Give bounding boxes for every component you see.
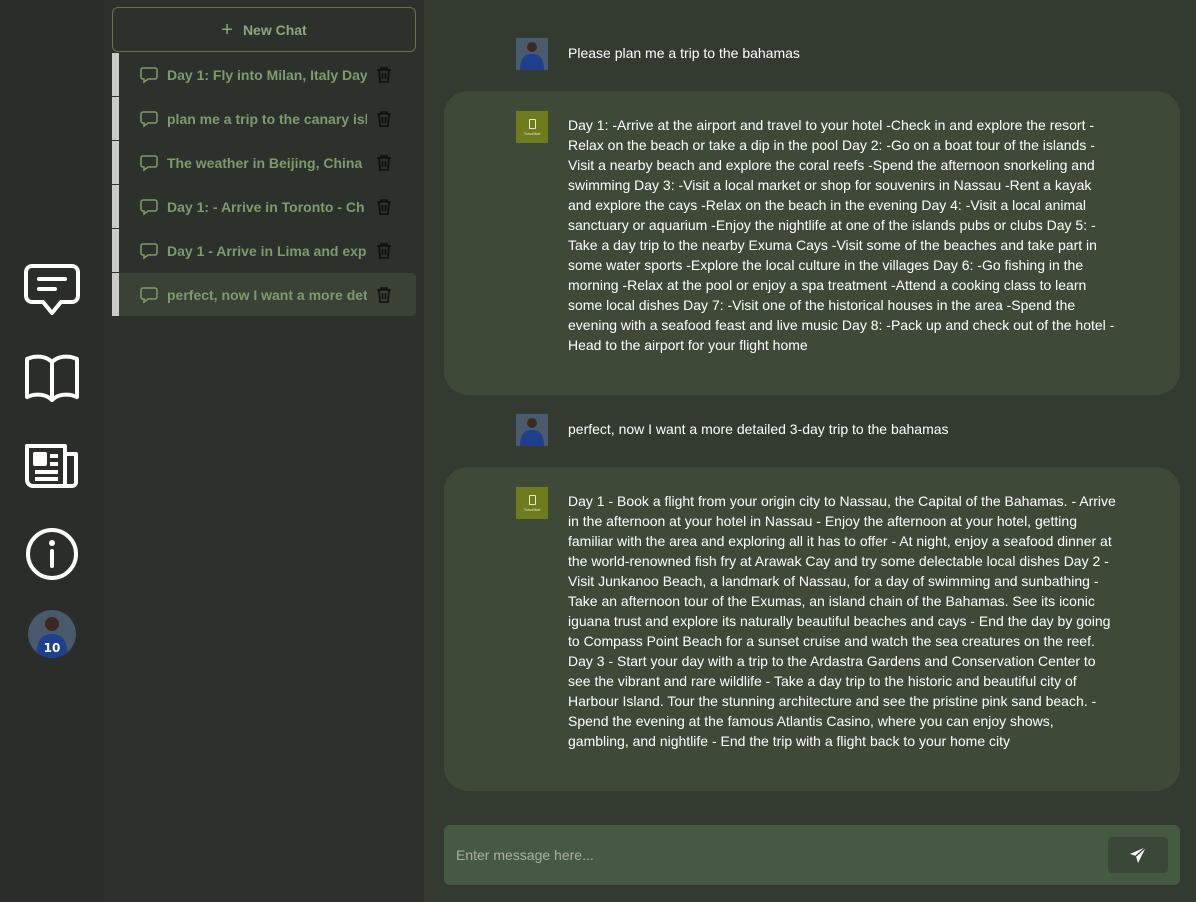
assistant-message: Travelbot Day 1: -Arrive at the airport … xyxy=(444,91,1180,395)
chat-bubble-icon xyxy=(140,66,158,83)
trash-icon[interactable] xyxy=(375,242,393,260)
bot-logo-text: Travelbot xyxy=(523,130,541,136)
message-text: Day 1: -Arrive at the airport and travel… xyxy=(568,117,1115,353)
chat-history-item-active[interactable]: perfect, now I want a more detailed xyxy=(112,273,416,316)
chat-bubble-icon xyxy=(140,198,158,215)
trash-icon[interactable] xyxy=(375,110,393,128)
chat-bubble-icon xyxy=(140,110,158,127)
suitcase-icon xyxy=(528,494,536,505)
icon-rail: 10 xyxy=(0,0,104,902)
chat-title: perfect, now I want a more detailed xyxy=(167,286,367,303)
chat-title: Day 1: Fly into Milan, Italy Day xyxy=(167,66,367,83)
chat-title: Day 1 - Arrive in Lima and exp xyxy=(167,242,367,259)
user-message: perfect, now I want a more detailed 3-da… xyxy=(516,414,1156,448)
message-text: Please plan me a trip to the bahamas xyxy=(568,45,800,61)
trash-icon[interactable] xyxy=(375,198,393,216)
news-icon[interactable] xyxy=(22,436,82,496)
chat-title: The weather in Beijing, China xyxy=(167,154,363,171)
chat-sidebar: + New Chat Day 1: Fly into Milan, Italy … xyxy=(104,0,424,902)
user-avatar[interactable]: 10 xyxy=(28,610,76,658)
chat-history-item[interactable]: plan me a trip to the canary islands xyxy=(112,97,416,140)
bot-logo: Travelbot xyxy=(516,487,548,519)
conversation-panel: Please plan me a trip to the bahamas Tra… xyxy=(424,0,1196,902)
user-avatar-small xyxy=(516,38,548,70)
trash-icon[interactable] xyxy=(375,66,393,84)
chat-bubble-icon xyxy=(140,242,158,259)
message-text: Day 1 - Book a flight from your origin c… xyxy=(568,493,1116,749)
avatar-number: 10 xyxy=(44,641,61,655)
chat-bubble-icon xyxy=(140,154,158,171)
chat-title: plan me a trip to the canary islands xyxy=(167,110,367,127)
message-text: perfect, now I want a more detailed 3-da… xyxy=(568,421,949,437)
bot-logo-text: Travelbot xyxy=(523,506,541,512)
chat-history-item[interactable]: Day 1: Fly into Milan, Italy Day xyxy=(112,53,416,96)
message-input[interactable] xyxy=(456,843,1076,867)
suitcase-icon xyxy=(528,118,536,129)
bot-logo: Travelbot xyxy=(516,111,548,143)
chat-history-item[interactable]: Day 1: - Arrive in Toronto - Ch xyxy=(112,185,416,228)
app-root: 10 + New Chat Day 1: Fly into Milan, Ita… xyxy=(0,0,1196,902)
chat-history-item[interactable]: The weather in Beijing, China xyxy=(112,141,416,184)
chat-icon[interactable] xyxy=(22,260,82,320)
trash-icon[interactable] xyxy=(375,154,393,172)
plus-icon: + xyxy=(221,18,233,41)
chat-history-item[interactable]: Day 1 - Arrive in Lima and exp xyxy=(112,229,416,272)
new-chat-button[interactable]: + New Chat xyxy=(112,7,416,52)
chat-title: Day 1: - Arrive in Toronto - Ch xyxy=(167,198,365,215)
chat-bubble-icon xyxy=(140,286,158,303)
trash-icon[interactable] xyxy=(375,286,393,304)
message-composer xyxy=(444,825,1180,885)
new-chat-label: New Chat xyxy=(242,21,307,38)
assistant-message: Travelbot Day 1 - Book a flight from you… xyxy=(444,467,1180,791)
send-button[interactable] xyxy=(1108,837,1168,873)
send-icon xyxy=(1130,846,1147,863)
user-avatar-small xyxy=(516,414,548,446)
info-icon[interactable] xyxy=(22,524,82,584)
book-icon[interactable] xyxy=(22,348,82,408)
user-message: Please plan me a trip to the bahamas xyxy=(516,38,1156,72)
